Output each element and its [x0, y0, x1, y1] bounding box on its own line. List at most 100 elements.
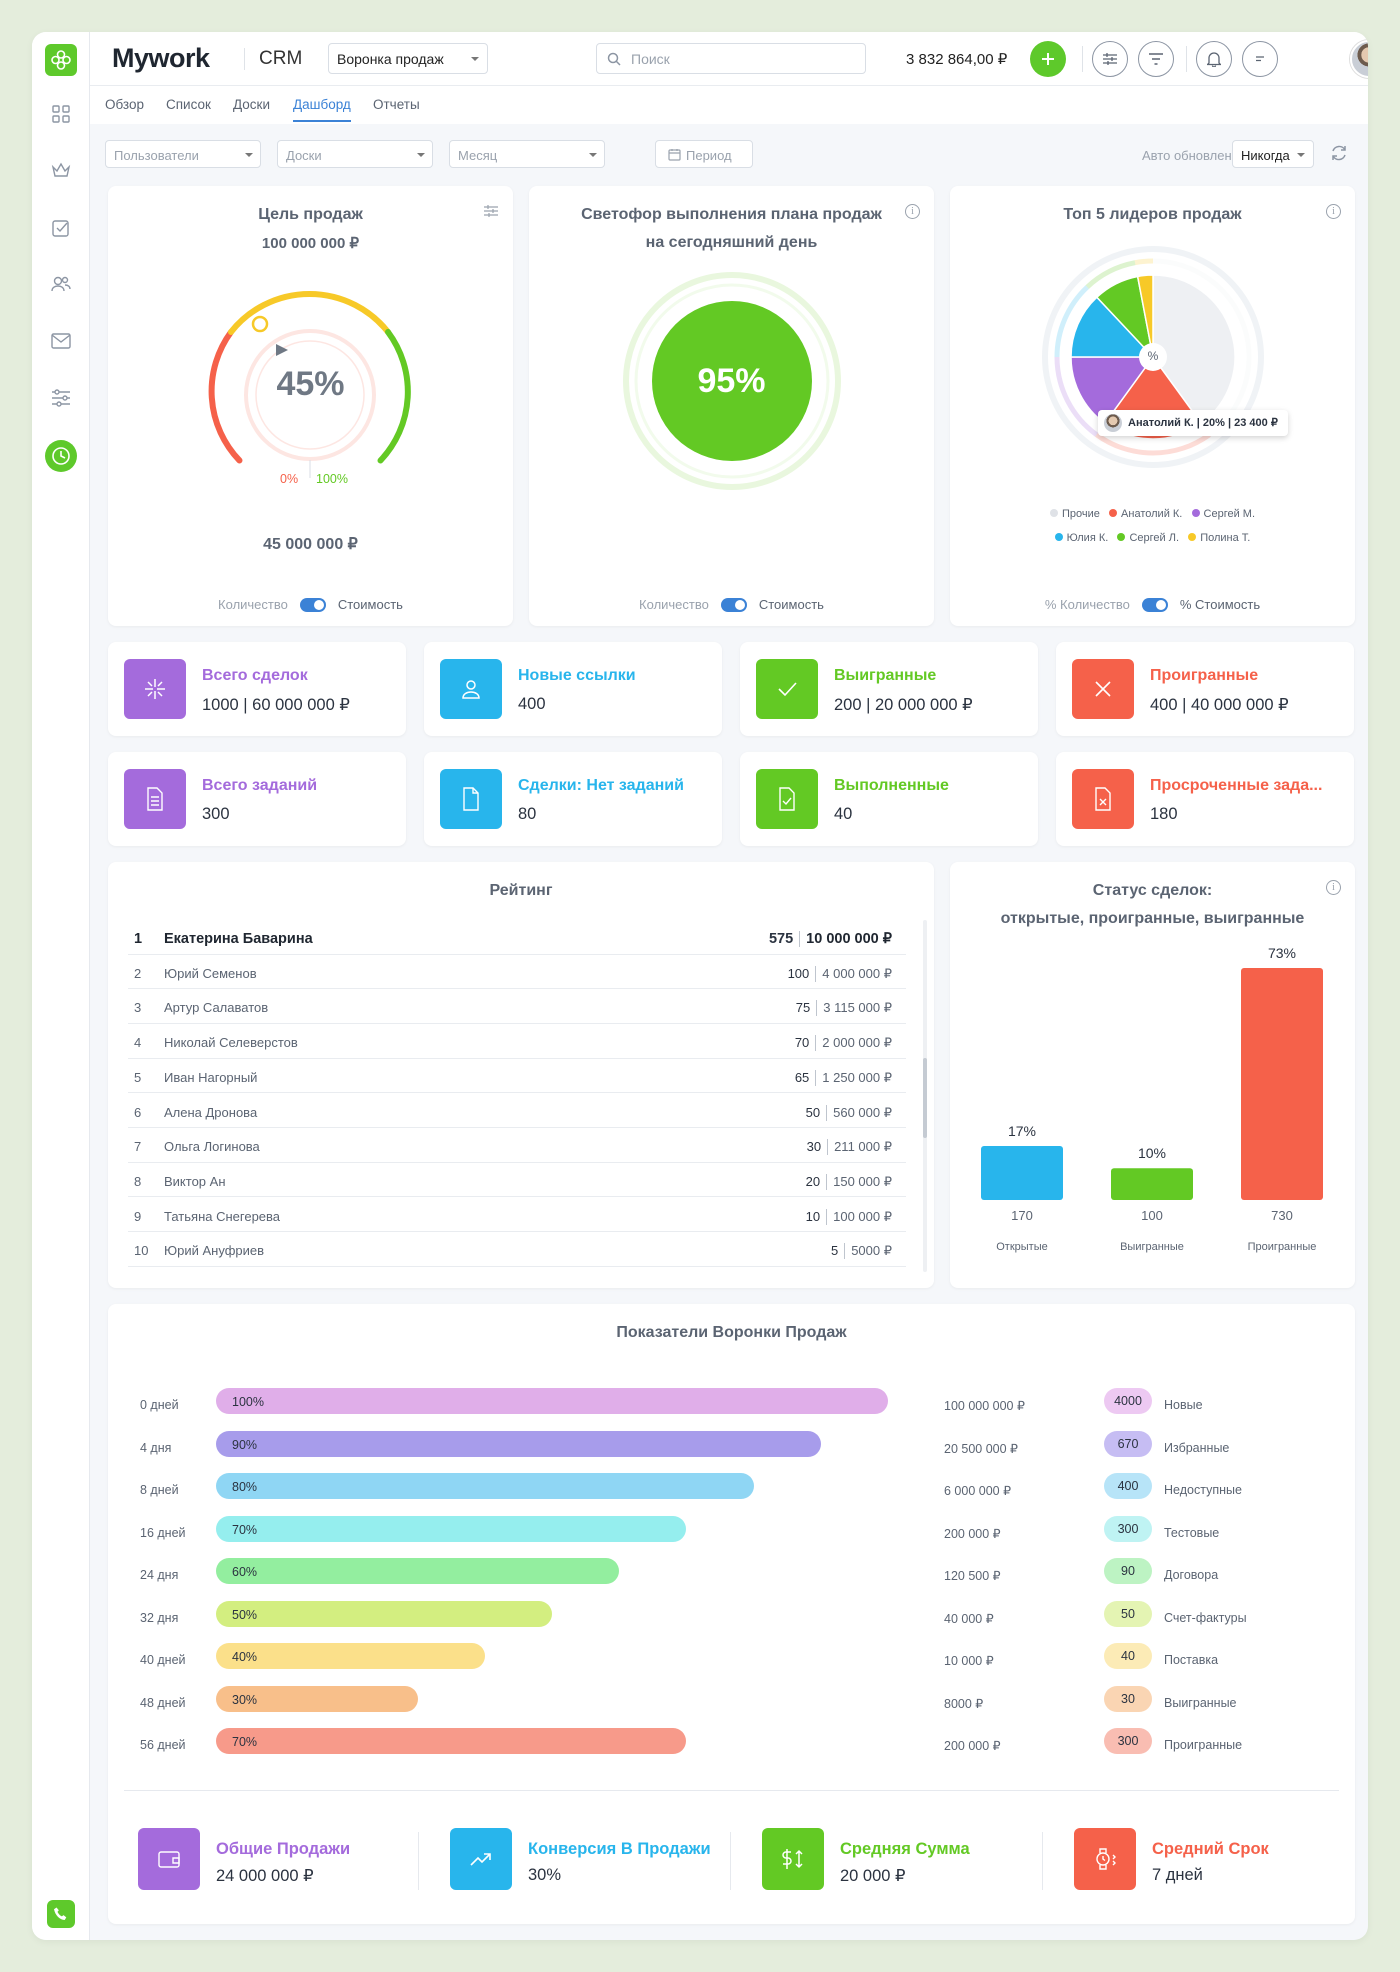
crown-icon[interactable] [49, 158, 73, 182]
logo-icon[interactable] [45, 44, 77, 76]
legend-item: Сергей М. [1191, 508, 1255, 520]
rating-row[interactable]: 4 Николай Селеверстов 70 2 000 000 ₽ [128, 1024, 906, 1059]
filter-button[interactable] [1138, 41, 1174, 77]
check-icon [756, 659, 818, 719]
funnel-row[interactable]: 4 дня 90% 20 500 000 ₽ 670 Избранные [108, 1427, 1348, 1469]
funnel-bar [216, 1473, 754, 1499]
funnel-row[interactable]: 40 дней 40% 10 000 ₽ 40 Поставка [108, 1639, 1348, 1681]
settings-sliders-icon[interactable] [483, 204, 499, 218]
summary-value: 30% [528, 1866, 562, 1884]
rating-row[interactable]: 9 Татьяна Снегерева 10 100 000 ₽ [128, 1198, 906, 1233]
add-button[interactable] [1030, 41, 1066, 77]
kpi-new-links[interactable]: Новые ссылки 400 [424, 642, 722, 736]
info-icon[interactable]: i [1326, 880, 1341, 895]
rating-row[interactable]: 5 Иван Нагорный 65 1 250 000 ₽ [128, 1059, 906, 1094]
funnel-row[interactable]: 48 дней 30% 8000 ₽ 30 Выигранные [108, 1682, 1348, 1724]
kpi-value: 40 [834, 805, 853, 823]
settings-button[interactable] [1092, 41, 1128, 77]
quantity-cost-toggle[interactable] [1141, 597, 1168, 612]
info-icon[interactable]: i [905, 204, 920, 219]
rating-score: 70 2 000 000 ₽ [795, 1035, 892, 1052]
kpi-deals-no-tasks[interactable]: Сделки: Нет заданий 80 [424, 752, 722, 846]
dashboard-grid-icon[interactable] [49, 102, 73, 126]
tab-overview[interactable]: Обзор [105, 97, 144, 112]
deal-status-title-line2: открытые, проигранные, выигранные [1000, 910, 1305, 927]
status-bar-count: 100 [1141, 1208, 1163, 1223]
users-filter-value: Пользователи [114, 148, 199, 163]
dashboard-clock-icon[interactable] [45, 440, 77, 472]
info-icon[interactable]: i [1326, 204, 1341, 219]
funnel-select[interactable]: Воронка продаж [328, 43, 488, 74]
month-filter[interactable]: Месяц [449, 140, 605, 168]
rating-sum: 150 000 ₽ [833, 1173, 892, 1189]
kpi-lost[interactable]: Проигранные 400 | 40 000 000 ₽ [1056, 642, 1354, 736]
funnel-percent: 60% [232, 1565, 258, 1579]
tab-boards[interactable]: Доски [233, 97, 270, 112]
brand-logo[interactable]: Mywork [112, 43, 210, 74]
rating-row[interactable]: 7 Ольга Логинова 30 211 000 ₽ [128, 1128, 906, 1163]
rating-sum: 100 000 ₽ [833, 1208, 892, 1224]
rating-row[interactable]: 3 Артур Салаватов 75 3 115 000 ₽ [128, 989, 906, 1024]
kpi-value: 400 [518, 695, 546, 713]
funnel-row[interactable]: 8 дней 80% 6 000 000 ₽ 400 Недоступные [108, 1469, 1348, 1511]
tab-dashboard[interactable]: Дашборд [293, 97, 351, 122]
period-button[interactable]: Период [655, 140, 753, 168]
kpi-total-deals[interactable]: Всего сделок 1000 | 60 000 000 ₽ [108, 642, 406, 736]
rating-score: 5 5000 ₽ [831, 1243, 892, 1260]
mail-icon[interactable] [49, 329, 73, 353]
watch-icon [1074, 1828, 1136, 1890]
sales-goal-percent: 45% [276, 365, 345, 403]
funnel-row[interactable]: 32 дня 50% 40 000 ₽ 50 Счет-фактуры [108, 1597, 1348, 1639]
rating-row[interactable]: 8 Виктор Ан 20 150 000 ₽ [128, 1163, 906, 1198]
tab-list[interactable]: Список [166, 97, 211, 112]
kpi-overdue[interactable]: Просроченные зада... 180 [1056, 752, 1354, 846]
rating-sum: 211 000 ₽ [834, 1139, 892, 1155]
summary-average-sum[interactable]: Средняя Сумма 20 000 ₽ [762, 1828, 1042, 1892]
bell-icon [1207, 52, 1221, 67]
summary-conversion[interactable]: Конверсия В Продажи 30% [450, 1828, 740, 1892]
messages-button[interactable] [1242, 41, 1278, 77]
avatar[interactable] [1350, 40, 1368, 78]
divider [1082, 46, 1083, 72]
legend-item: Сергей Л. [1117, 532, 1179, 544]
funnel-row[interactable]: 16 дней 70% 200 000 ₽ 300 Тестовые [108, 1512, 1348, 1554]
funnel-count: 670 [1104, 1430, 1152, 1457]
status-bar[interactable] [981, 1145, 1063, 1200]
users-filter[interactable]: Пользователи [105, 140, 261, 168]
settings-sliders-icon[interactable] [49, 386, 73, 410]
auto-update-value: Никогда [1241, 148, 1290, 163]
rating-row[interactable]: 1 Екатерина Баварина 575 10 000 000 ₽ [128, 920, 906, 955]
phone-icon[interactable] [47, 1900, 75, 1928]
rating-row[interactable]: 6 Алена Дронова 50 560 000 ₽ [128, 1094, 906, 1128]
status-bar[interactable] [1111, 1168, 1193, 1200]
rating-row[interactable]: 10 Юрий Ануфриев 5 5000 ₽ [128, 1232, 906, 1267]
scrollbar[interactable] [923, 920, 927, 1272]
funnel-row[interactable]: 0 дней 100% 100 000 000 ₽ 4000 Новые [108, 1384, 1348, 1426]
summary-label: Средний Срок [1152, 1840, 1269, 1858]
tab-reports[interactable]: Отчеты [373, 97, 420, 112]
scrollbar-thumb[interactable] [923, 1058, 927, 1138]
kpi-total-tasks[interactable]: Всего заданий 300 [108, 752, 406, 846]
funnel-count: 30 [1104, 1685, 1152, 1712]
quantity-cost-toggle[interactable] [720, 597, 747, 612]
boards-filter[interactable]: Доски [277, 140, 433, 168]
quantity-cost-toggle[interactable] [299, 597, 326, 612]
kpi-completed[interactable]: Выполненные 40 [740, 752, 1038, 846]
rating-score: 575 10 000 000 ₽ [769, 931, 892, 947]
refresh-icon[interactable] [1330, 144, 1348, 162]
funnel-row[interactable]: 56 дней 70% 200 000 ₽ 300 Проигранные [108, 1724, 1348, 1766]
funnel-row[interactable]: 24 дня 60% 120 500 ₽ 90 Договора [108, 1554, 1348, 1596]
notifications-button[interactable] [1196, 41, 1232, 77]
status-bar[interactable] [1241, 968, 1323, 1200]
users-icon[interactable] [49, 272, 73, 296]
auto-update-select[interactable]: Никогда [1232, 140, 1314, 168]
tasks-check-icon[interactable] [49, 216, 73, 240]
wallet-icon [138, 1828, 200, 1890]
kpi-won[interactable]: Выигранные 200 | 20 000 000 ₽ [740, 642, 1038, 736]
kpi-label: Проигранные [1150, 667, 1259, 684]
summary-total-sales[interactable]: Общие Продажи 24 000 000 ₽ [138, 1828, 418, 1892]
search-input[interactable]: Поиск [596, 43, 866, 74]
rating-row[interactable]: 2 Юрий Семенов 100 4 000 000 ₽ [128, 955, 906, 990]
summary-average-term[interactable]: Средний Срок 7 дней [1074, 1828, 1344, 1892]
calendar-icon [668, 149, 681, 161]
